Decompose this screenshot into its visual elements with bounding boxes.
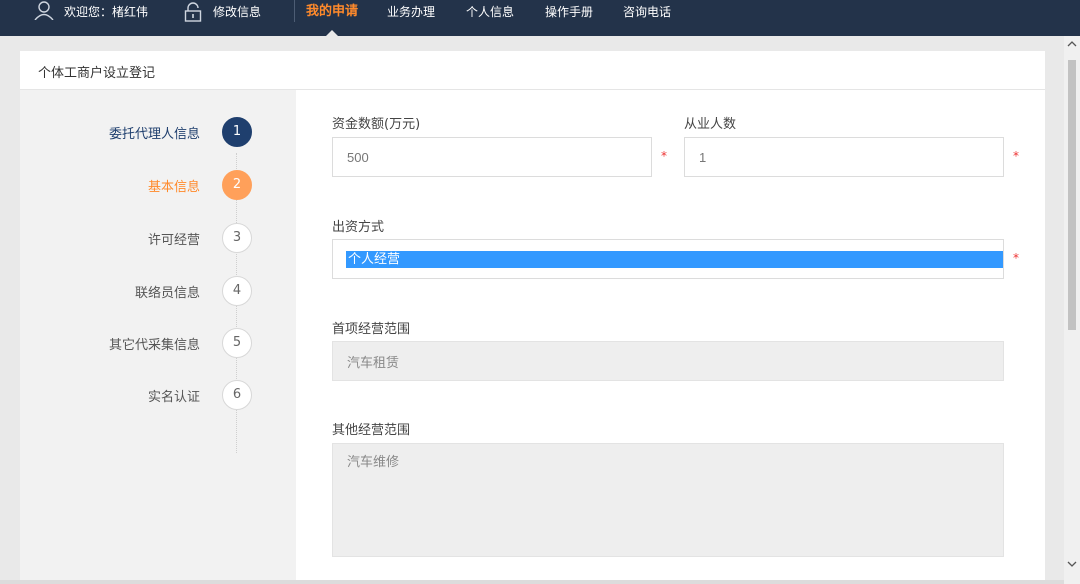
other-scope-textarea[interactable]: 汽车维修 [332,443,1004,557]
welcome-text: 欢迎您：楮红伟 [64,5,149,19]
funding-method-selected: 个人经营 [346,251,1003,268]
capital-label: 资金数额(万元) [332,117,421,132]
nav-divider [294,0,295,22]
top-navbar: 欢迎您：楮红伟 修改信息 我的申请 业务办理 个人信息 操作手册 咨询电话 [0,0,1080,36]
step-sidebar: 委托代理人信息 1 基本信息 2 许可经营 3 联络员信息 4 其它代采集信息 … [20,90,296,584]
required-mark: * [661,149,667,163]
scroll-up-icon[interactable] [1067,40,1077,50]
step-3[interactable]: 许可经营 3 [20,223,296,253]
step-label: 联络员信息 [134,286,200,301]
step-label: 委托代理人信息 [108,127,200,142]
capital-input[interactable] [332,137,652,177]
step-number: 6 [222,380,252,410]
scroll-thumb[interactable] [1068,60,1076,330]
step-label: 其它代采集信息 [108,338,200,353]
required-mark: * [1013,251,1019,265]
primary-scope-label: 首项经营范围 [332,322,411,337]
step-6[interactable]: 实名认证 6 [20,380,296,410]
nav-personal-info[interactable]: 个人信息 [466,0,514,36]
panel-header: 个体工商户设立登记 [20,51,1045,90]
user-icon [34,0,54,24]
step-label: 实名认证 [147,390,200,405]
step-5[interactable]: 其它代采集信息 5 [20,328,296,358]
funding-method-label: 出资方式 [332,220,385,235]
step-number: 3 [222,223,252,253]
lock-icon[interactable] [184,2,202,26]
step-1[interactable]: 委托代理人信息 1 [20,117,296,147]
step-4[interactable]: 联络员信息 4 [20,276,296,306]
required-mark: * [1013,149,1019,163]
nav-hotline[interactable]: 咨询电话 [623,0,671,36]
step-label: 基本信息 [147,180,200,195]
step-label: 许可经营 [147,233,200,248]
nav-business[interactable]: 业务办理 [387,0,435,36]
active-nav-caret [326,30,338,36]
scroll-down-icon[interactable] [1067,560,1077,570]
employees-label: 从业人数 [684,117,737,132]
step-number: 1 [222,117,252,147]
nav-manual[interactable]: 操作手册 [545,0,593,36]
other-scope-label: 其他经营范围 [332,423,411,438]
step-number: 4 [222,276,252,306]
bottom-edge [0,580,1064,584]
application-panel: 个体工商户设立登记 委托代理人信息 1 基本信息 2 许可经营 3 联络员信息 … [20,51,1045,584]
primary-scope-input [332,341,1004,381]
step-number: 5 [222,328,252,358]
page-title: 个体工商户设立登记 [38,66,156,81]
edit-info-link[interactable]: 修改信息 [213,0,261,36]
employees-input[interactable] [684,137,1004,177]
page-scrollbar[interactable] [1064,36,1080,584]
step-number: 2 [222,170,252,200]
step-2[interactable]: 基本信息 2 [20,170,296,200]
